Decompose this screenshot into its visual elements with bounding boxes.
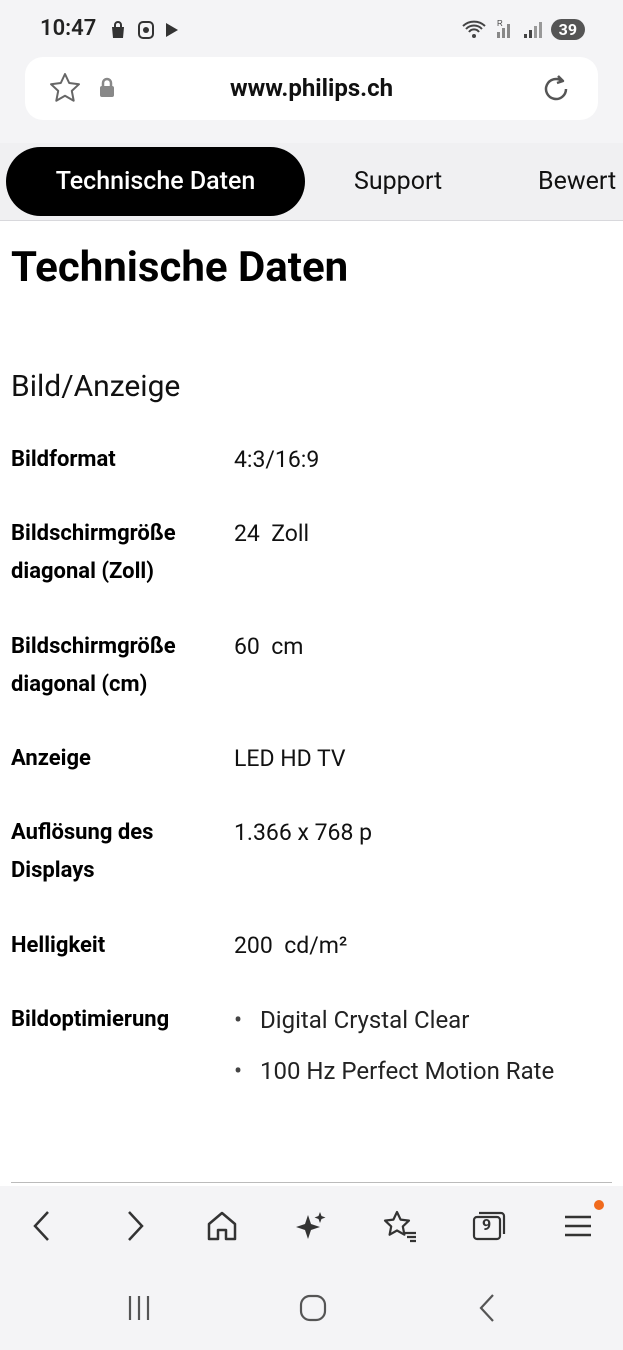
list-item: 100 Hz Perfect Motion Rate <box>234 1046 554 1097</box>
status-bar: 10:47 R 39 <box>0 0 623 60</box>
spec-label: Helligkeit <box>11 933 106 958</box>
menu-icon <box>565 1215 591 1237</box>
section-tab-bar: Technische Daten Support Bewert <box>0 143 623 221</box>
forward-icon <box>128 1211 144 1241</box>
tab-technische-daten[interactable]: Technische Daten <box>6 147 305 216</box>
home-button[interactable] <box>200 1204 244 1248</box>
spec-value: 4:3/16:9 <box>234 446 320 473</box>
shopping-bag-icon <box>112 21 124 38</box>
home-icon <box>207 1211 237 1241</box>
back-button[interactable] <box>20 1204 64 1248</box>
spec-value: 1.366 x 768 p <box>234 819 372 846</box>
ai-sparkle-icon <box>296 1212 326 1239</box>
spec-value: LED HD TV <box>234 745 346 772</box>
system-navigation-bar <box>0 1266 623 1350</box>
wifi-icon <box>461 20 486 38</box>
divider <box>11 1182 612 1183</box>
signal-icon <box>523 22 542 38</box>
spec-value: 24 Zoll <box>234 520 310 547</box>
spec-value: 200 cd/m² <box>234 932 348 959</box>
ai-assistant-button[interactable] <box>289 1204 333 1248</box>
tab-count: 9 <box>482 1215 492 1234</box>
spec-label: Bildoptimierung <box>11 1007 170 1032</box>
system-home-button[interactable] <box>293 1288 333 1328</box>
specs-content: Technische Daten Bild/Anzeige Bildformat… <box>0 221 623 1186</box>
forward-button[interactable] <box>113 1204 157 1248</box>
tabs-button[interactable]: 9 <box>467 1204 511 1248</box>
spec-value: 60 cm <box>234 633 304 660</box>
system-back-icon <box>479 1294 494 1322</box>
page-title: Technische Daten <box>11 243 349 292</box>
notification-dot <box>594 1200 604 1210</box>
reload-icon[interactable] <box>538 71 574 107</box>
recent-apps-icon <box>128 1296 150 1320</box>
browser-toolbar: 9 <box>0 1186 623 1266</box>
spec-label: Bildschirmgröße diagonal (cm) <box>11 634 176 697</box>
spec-label: Auflösung des Displays <box>11 820 154 883</box>
url-text[interactable]: www.philips.ch <box>25 74 598 102</box>
menu-button[interactable] <box>556 1200 604 1248</box>
section-heading: Bild/Anzeige <box>11 369 181 404</box>
spec-label: Bildformat <box>11 447 116 472</box>
list-item: Digital Crystal Clear <box>234 995 554 1046</box>
alarm-icon <box>138 21 154 39</box>
spec-label: Bildschirmgröße diagonal (Zoll) <box>11 521 176 584</box>
signal-roaming-icon: R <box>496 19 510 38</box>
spec-label: Anzeige <box>11 746 91 771</box>
tab-bewertungen[interactable]: Bewert <box>538 147 616 216</box>
address-bar[interactable]: www.philips.ch <box>25 57 598 120</box>
system-back-button[interactable] <box>468 1288 508 1328</box>
spec-bullet-list: Digital Crystal Clear 100 Hz Perfect Mot… <box>234 995 554 1097</box>
bookmarks-button[interactable] <box>378 1204 422 1248</box>
play-store-icon <box>166 23 178 37</box>
bookmarks-icon <box>383 1210 416 1243</box>
back-icon <box>33 1211 49 1241</box>
tab-support[interactable]: Support <box>354 147 442 216</box>
home-button-icon <box>299 1294 327 1322</box>
recent-apps-button[interactable] <box>119 1288 159 1328</box>
battery-indicator: 39 <box>550 18 585 40</box>
svg-text:R: R <box>497 19 503 28</box>
status-time: 10:47 <box>40 16 97 41</box>
